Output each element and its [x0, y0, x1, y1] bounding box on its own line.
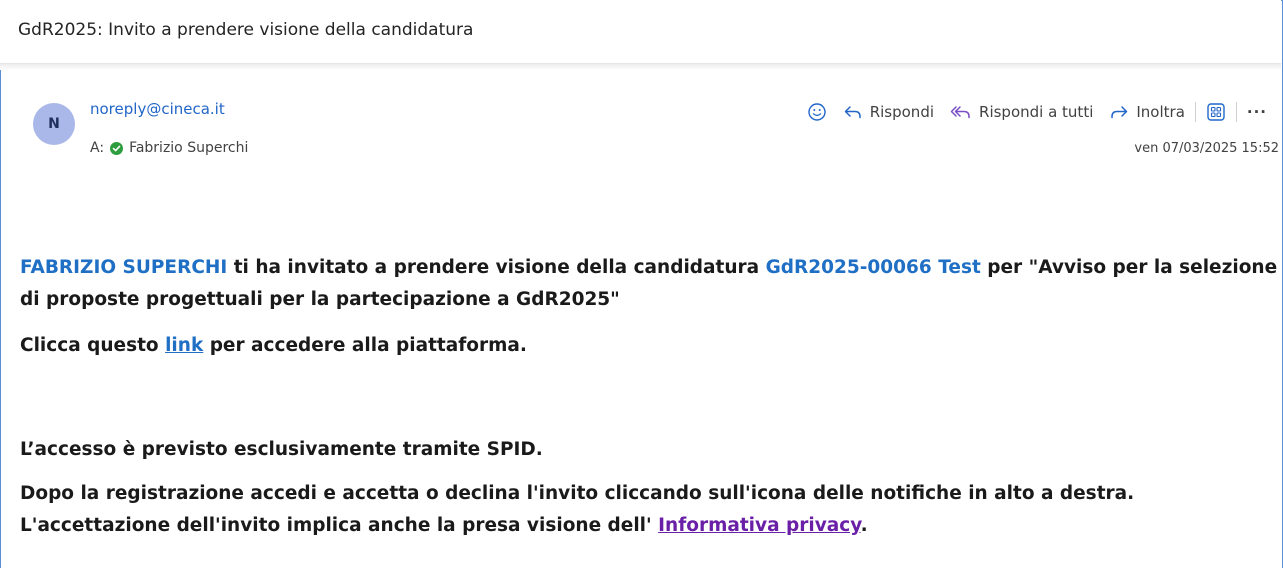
- instructions-paragraph: Dopo la registrazione accedi e accetta o…: [20, 478, 1280, 542]
- recipient-name[interactable]: Fabrizio Superchi: [129, 140, 248, 156]
- link-text-after: per accedere alla piattaforma.: [203, 335, 527, 356]
- available-check-icon: [110, 141, 124, 155]
- email-body: FABRIZIO SUPERCHI ti ha invitato a prend…: [20, 252, 1280, 542]
- subject-bar: GdR2025: Invito a prendere visione della…: [0, 0, 1281, 70]
- toolbar-divider: [1235, 102, 1237, 122]
- apps-button[interactable]: [1198, 102, 1234, 122]
- instructions-line-2: L'accettazione dell'invito implica anche…: [20, 515, 659, 536]
- privacy-policy-link[interactable]: Informativa privacy: [658, 515, 860, 536]
- sender-avatar[interactable]: N: [33, 103, 75, 145]
- reply-icon: [843, 104, 863, 120]
- recipient-row: A: Fabrizio Superchi: [90, 140, 248, 156]
- instructions-line-1: Dopo la registrazione accedi e accetta o…: [20, 483, 1135, 504]
- platform-link[interactable]: link: [165, 335, 203, 356]
- email-subject: GdR2025: Invito a prendere visione della…: [18, 20, 474, 40]
- link-paragraph: Clicca questo link per accedere alla pia…: [20, 330, 1280, 362]
- invite-text-1: ti ha invitato a prendere visione della …: [227, 257, 766, 278]
- to-label: A:: [90, 140, 105, 156]
- toolbar-divider: [1194, 102, 1196, 122]
- emoji-icon: [807, 102, 827, 122]
- link-text-before: Clicca questo: [20, 335, 166, 356]
- forward-icon: [1109, 104, 1129, 120]
- reply-all-button[interactable]: Rispondi a tutti: [942, 103, 1101, 121]
- spid-paragraph: L’accesso è previsto esclusivamente tram…: [20, 439, 543, 460]
- emoji-reaction-button[interactable]: [799, 102, 835, 122]
- reply-all-label: Rispondi a tutti: [979, 103, 1094, 121]
- inviter-name: FABRIZIO SUPERCHI: [20, 257, 228, 278]
- more-actions-button[interactable]: ···: [1239, 103, 1275, 121]
- sender-address[interactable]: noreply@cineca.it: [90, 100, 225, 118]
- application-code: GdR2025-00066 Test: [765, 257, 981, 278]
- more-icon: ···: [1246, 103, 1267, 121]
- apps-icon: [1206, 102, 1226, 122]
- forward-button[interactable]: Inoltra: [1101, 103, 1193, 121]
- reply-button[interactable]: Rispondi: [835, 103, 942, 121]
- sent-datetime: ven 07/03/2025 15:52: [1134, 141, 1279, 156]
- message-actions: Rispondi Rispondi a tutti Inoltra ···: [799, 98, 1275, 126]
- invite-paragraph: FABRIZIO SUPERCHI ti ha invitato a prend…: [20, 252, 1280, 316]
- forward-label: Inoltra: [1136, 103, 1185, 121]
- avatar-initial: N: [48, 116, 60, 132]
- reply-label: Rispondi: [869, 103, 935, 121]
- reply-all-icon: [950, 104, 972, 120]
- instructions-end: .: [860, 515, 868, 536]
